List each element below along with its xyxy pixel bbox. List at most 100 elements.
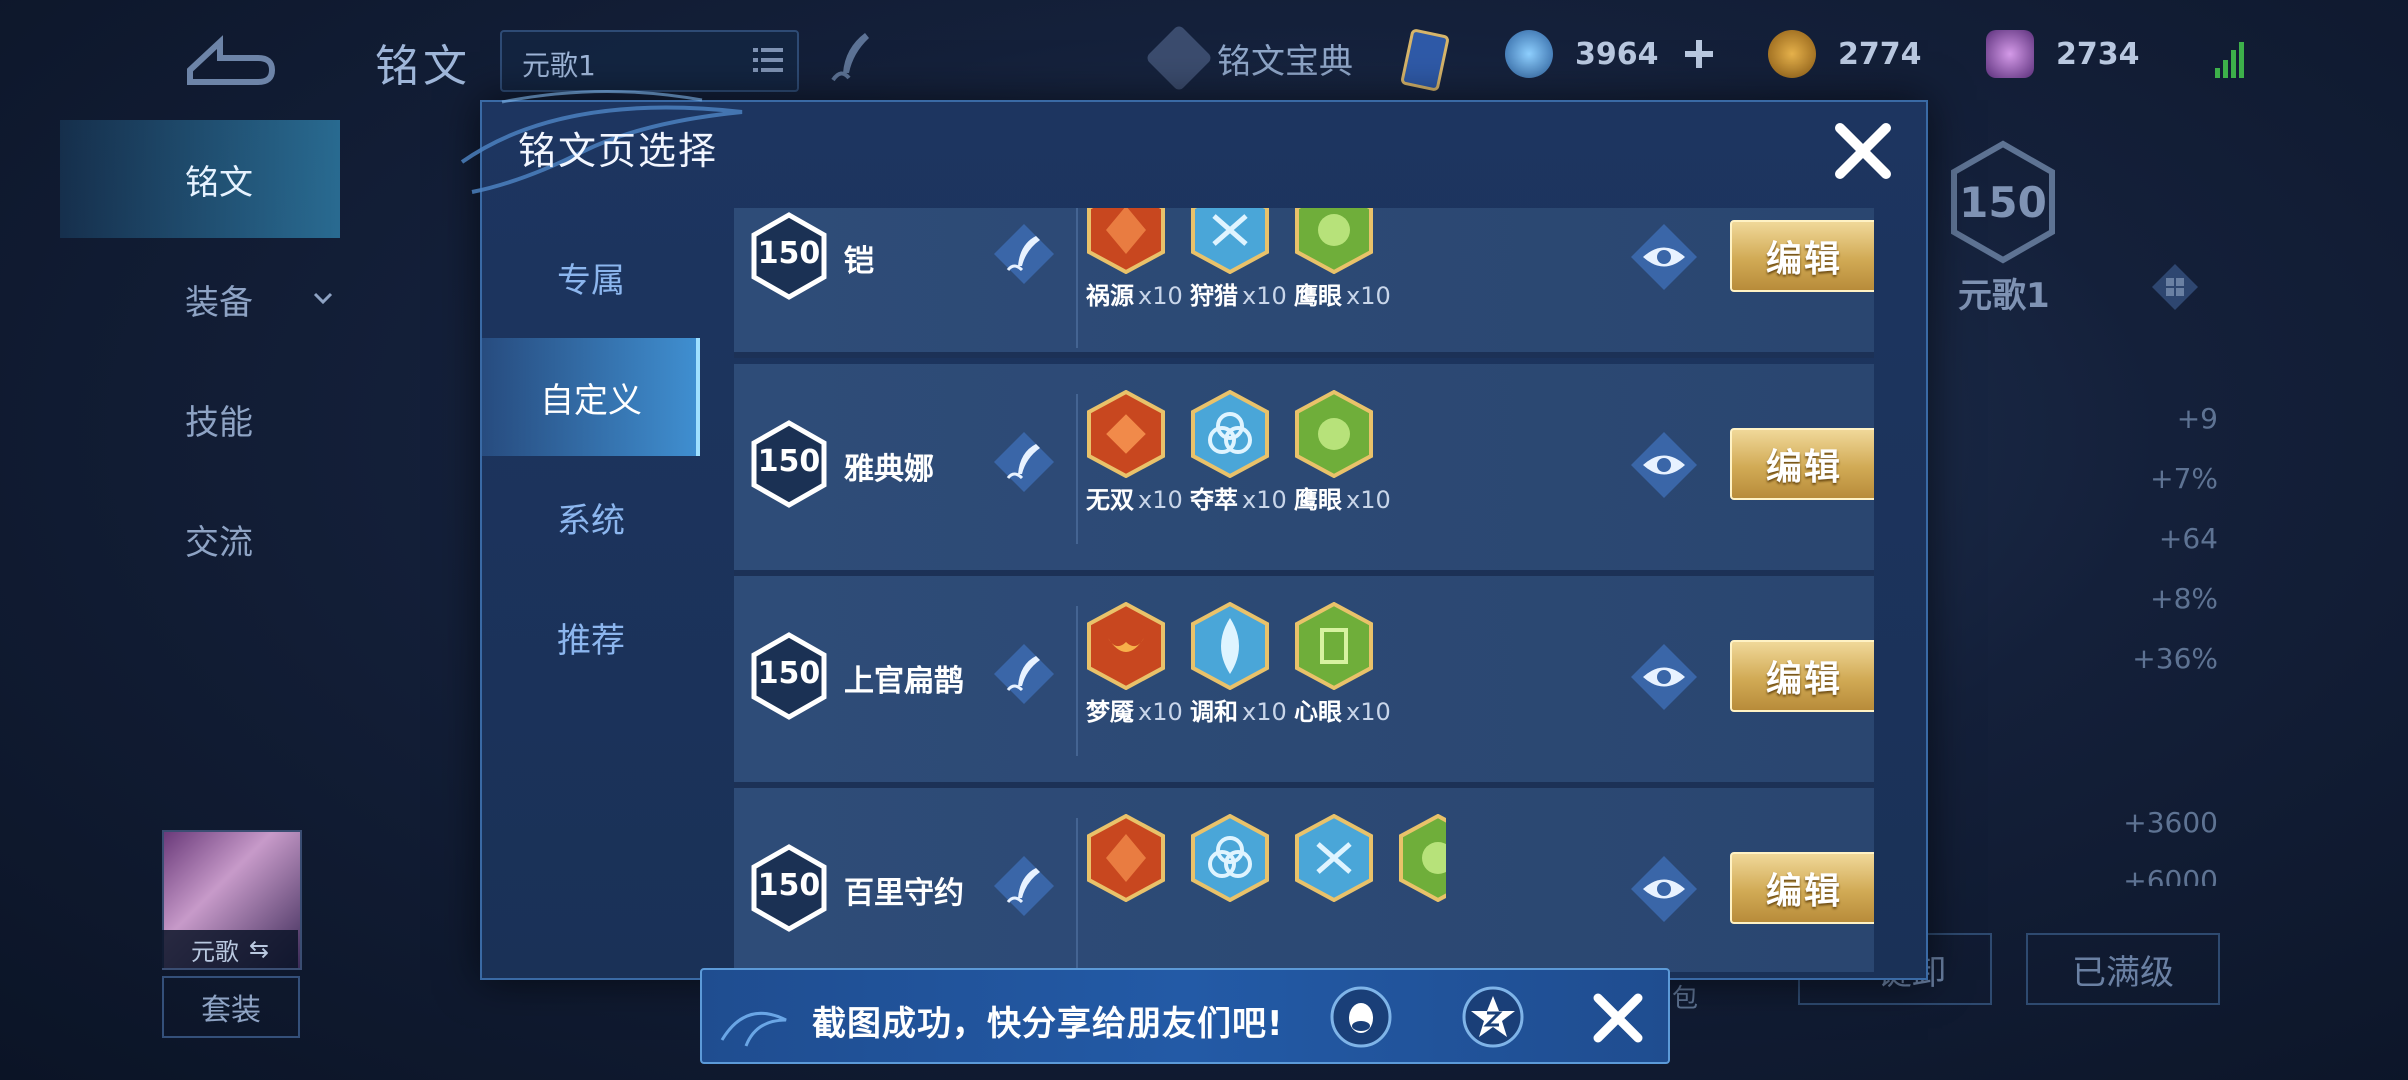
network-signal-icon (2215, 42, 2244, 78)
nav-item-community[interactable]: 交流 (60, 480, 340, 598)
nav-item-label: 铭文 (185, 162, 253, 203)
qq-share-icon[interactable] (1330, 986, 1392, 1048)
back-arrow-icon[interactable] (180, 30, 280, 90)
qzone-share-icon[interactable] (1462, 986, 1524, 1048)
nav-item-equipment[interactable]: 装备 (60, 240, 340, 358)
rune-page-list[interactable]: 150 铠 祸源 x10 狩猎 x10 鹰眼 x10 编辑 150 雅典娜 无双 x10… (734, 208, 1874, 972)
edit-button[interactable]: 编辑 (1730, 428, 1874, 500)
nav-item-label: 装备 (185, 282, 253, 323)
rune-book-icon[interactable] (1395, 25, 1455, 95)
swap-icon: ⇆ (248, 935, 270, 963)
rune-list: 无双 x10 夺萃 x10 鹰眼 x10 (1086, 389, 1391, 514)
rename-quill-icon[interactable] (825, 28, 875, 88)
nav-item-skills[interactable]: 技能 (60, 360, 340, 478)
tab-recommended[interactable]: 推荐 (482, 578, 700, 696)
divider (1076, 818, 1078, 968)
rune-page-card[interactable]: 150 百里守约 祸源x10 夺萃x5 狩猎x5 鹰眼 编辑 (734, 788, 1874, 972)
close-icon[interactable] (1590, 990, 1646, 1046)
rune-list: 祸源 x10 狩猎 x10 鹰眼 x10 (1086, 208, 1391, 310)
maxed-button[interactable]: 已满级 (2026, 933, 2220, 1005)
rune-page-name: 百里守约 (844, 876, 964, 911)
tab-label: 自定义 (540, 380, 642, 421)
rune-page-name: 上官扁鹊 (844, 664, 964, 699)
rune-page-dropdown-value: 元歌1 (522, 49, 596, 82)
stat-value: +7% (2150, 462, 2218, 495)
nav-item-runes[interactable]: 铭文 (60, 120, 340, 238)
chevron-down-icon (313, 292, 333, 305)
dialog-title: 铭文页选择 (518, 129, 719, 173)
edit-button[interactable]: 编辑 (1730, 640, 1874, 712)
rune-gem-icon (1087, 389, 1165, 479)
grid-view-icon[interactable] (2150, 262, 2200, 312)
rune-count: x10 (1138, 282, 1183, 310)
hero-name-bar[interactable]: 元歌 ⇆ (162, 930, 298, 968)
rune-gem-icon (1191, 389, 1269, 479)
divider (1076, 394, 1078, 544)
rune-slot[interactable]: 祸源x10 (1086, 814, 1166, 906)
rune-slot[interactable]: 心眼 x10 (1294, 601, 1391, 726)
rune-slot[interactable]: 夺萃 x10 (1190, 389, 1287, 514)
rune-slot[interactable]: 夺萃x5 (1190, 814, 1270, 906)
rename-quill-icon[interactable] (992, 430, 1056, 494)
rune-list[interactable]: 祸源x10 夺萃x5 狩猎x5 鹰眼 (1086, 814, 1446, 906)
rename-quill-icon[interactable] (992, 642, 1056, 706)
rune-count: x10 (1242, 698, 1287, 726)
rune-slot[interactable]: 祸源x10 (1086, 208, 1183, 310)
tab-custom[interactable]: 自定义 (482, 338, 700, 456)
stat-value: +8% (2150, 582, 2218, 615)
preview-eye-icon[interactable] (1629, 222, 1699, 292)
rune-page-card[interactable]: 150 雅典娜 无双 x10 夺萃 x10 鹰眼 x10 编辑 (734, 364, 1874, 576)
rune-page-dropdown[interactable]: 元歌1 (500, 30, 799, 92)
close-icon[interactable] (1832, 120, 1894, 182)
edit-button[interactable]: 编辑 (1730, 220, 1874, 292)
tab-system[interactable]: 系统 (482, 458, 700, 576)
tab-label: 系统 (557, 500, 625, 541)
rune-page-card[interactable]: 150 铠 祸源 x10 狩猎 x10 鹰眼 x10 编辑 (734, 208, 1874, 358)
rune-count: x10 (1346, 282, 1391, 310)
preview-eye-icon[interactable] (1629, 642, 1699, 712)
rune-slot[interactable]: 调和 x10 (1190, 601, 1287, 726)
rune-slot[interactable]: 无双 x10 (1086, 389, 1183, 514)
nav-item-label: 技能 (185, 402, 253, 443)
rune-gem-icon (1087, 601, 1165, 691)
edit-button[interactable]: 编辑 (1730, 852, 1874, 924)
codex-label: 铭文宝典 (1217, 41, 1353, 82)
rune-gem-icon (1087, 208, 1165, 275)
suit-button[interactable]: 套装 (162, 976, 300, 1038)
rune-count: x10 (1138, 698, 1183, 726)
rune-name: 无双 (1086, 486, 1134, 514)
rune-name: 祸源 (1086, 282, 1134, 310)
level-hex-icon (751, 632, 827, 720)
rune-gem-icon (1087, 814, 1165, 903)
crystal-amount: 3964 (1575, 36, 1659, 72)
level-hex-icon (751, 420, 827, 508)
rune-slot[interactable]: 梦魇 x10 (1086, 601, 1183, 726)
rune-page-card[interactable]: 150 上官扁鹊 梦魇 x10 调和 x10 心眼 x10 编辑 (734, 576, 1874, 788)
rune-codex-button[interactable]: 铭文宝典 (1145, 24, 1353, 92)
add-icon[interactable] (1681, 36, 1717, 72)
rune-slot[interactable]: 鹰眼 x10 (1294, 208, 1391, 310)
tab-exclusive[interactable]: 专属 (482, 218, 700, 336)
rune-slot[interactable]: 狩猎x5 (1294, 814, 1374, 906)
screenshot-share-toast: 截图成功，快分享给朋友们吧! (700, 968, 1670, 1064)
nav-item-label: 交流 (185, 522, 253, 563)
level-hex-badge (1951, 140, 2055, 264)
stat-value: +3600 (2123, 806, 2218, 839)
rune-name: 夺萃 (1190, 486, 1238, 514)
preview-eye-icon[interactable] (1629, 854, 1699, 924)
toast-message: 截图成功，快分享给朋友们吧! (812, 1004, 1284, 1044)
level-hex-icon (751, 844, 827, 932)
currency-gem: 2734 (1986, 30, 2140, 78)
rune-name: 调和 (1190, 698, 1238, 726)
preview-eye-icon[interactable] (1629, 430, 1699, 500)
rune-gem-icon (1399, 814, 1446, 903)
rune-gem-icon (1191, 208, 1269, 275)
rune-slot[interactable]: 鹰眼 (1398, 814, 1446, 906)
rename-quill-icon[interactable] (992, 854, 1056, 918)
rune-slot[interactable]: 鹰眼 x10 (1294, 389, 1391, 514)
stat-value: +9 (2176, 402, 2218, 435)
decorative-swirl (720, 1011, 787, 1047)
rune-slot[interactable]: 狩猎 x10 (1190, 208, 1287, 310)
rune-page-name: 雅典娜 (844, 452, 934, 487)
rename-quill-icon[interactable] (992, 222, 1056, 286)
